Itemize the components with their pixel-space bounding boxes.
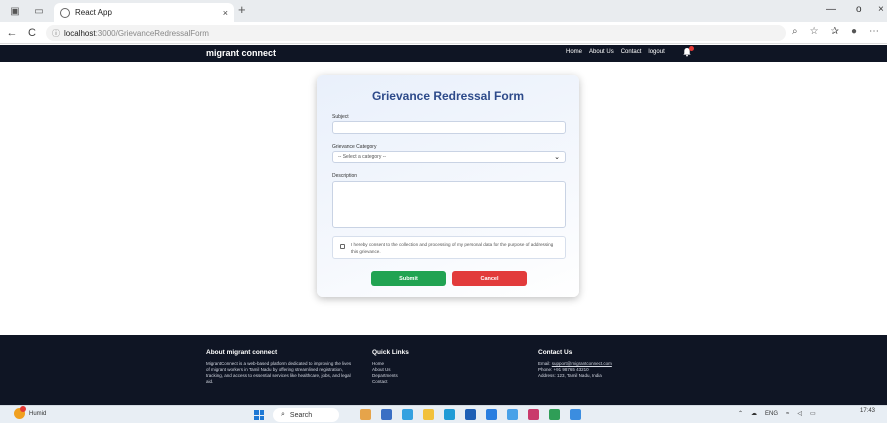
app-icon[interactable]: [549, 409, 560, 420]
footer-contact: Contact Us Email: support@migrantconnect…: [538, 349, 688, 379]
taskbar-search[interactable]: ⌕ Search: [273, 408, 339, 422]
search-icon: ⌕: [281, 411, 285, 418]
consent-box: I hereby consent to the collection and p…: [332, 236, 566, 259]
battery-icon[interactable]: ▭: [810, 410, 816, 417]
language-indicator[interactable]: ENG: [765, 411, 778, 417]
browser-tab[interactable]: React App ×: [54, 3, 234, 22]
url-path: :3000/GrievanceRedressalForm: [95, 28, 209, 38]
footer-about-title: About migrant connect: [206, 349, 278, 356]
minimize-button[interactable]: —: [826, 4, 836, 15]
new-tab-button[interactable]: +: [238, 2, 246, 17]
vscode-app-icon[interactable]: [507, 409, 518, 420]
workspaces-icon[interactable]: ▣: [6, 2, 24, 20]
weather-widget[interactable]: Humid: [14, 406, 47, 419]
category-selected-value: -- Select a category --: [338, 154, 387, 160]
weather-text: Humid: [29, 410, 47, 417]
os-taskbar: Humid ⌕ Search ⌃ ☁ ENG ≈ ◁ ▭ 17:43: [0, 405, 887, 423]
category-select[interactable]: -- Select a category -- ⌄: [332, 151, 566, 163]
chevron-up-icon[interactable]: ⌃: [738, 410, 743, 417]
grievance-form-card: Grievance Redressal Form Subject Grievan…: [317, 75, 579, 297]
notification-badge: [689, 46, 694, 51]
consent-text: I hereby consent to the collection and p…: [351, 242, 554, 254]
weather-badge: [20, 406, 26, 412]
footer-about-text: MigrantConnect is a web-based platform d…: [206, 361, 352, 384]
subject-label: Subject: [332, 114, 349, 120]
widgets-app-icon[interactable]: [360, 409, 371, 420]
cancel-button[interactable]: Cancel: [452, 271, 527, 286]
media-app-icon[interactable]: [528, 409, 539, 420]
footer-email-link[interactable]: support@migrantconnect.com: [552, 361, 612, 366]
visual-studio-icon[interactable]: [570, 409, 581, 420]
app-navbar: migrant connect Home About Us Contact lo…: [0, 45, 887, 62]
info-icon[interactable]: ⓘ: [52, 28, 60, 39]
taskview-app-icon[interactable]: [381, 409, 392, 420]
clock[interactable]: 17:43: [860, 408, 875, 414]
browser-toolbar: ⌕ ☆ ✰ ● ⋯: [792, 26, 879, 37]
footer-address: Address: 123, Tamil Nadu, India: [538, 373, 602, 378]
close-window-button[interactable]: ×: [878, 4, 884, 15]
footer-quick-links: Quick Links Home About Us Departments Co…: [372, 349, 482, 385]
url-field[interactable]: ⓘ localhost :3000/GrievanceRedressalForm: [46, 25, 786, 41]
nav-about[interactable]: About Us: [589, 49, 614, 55]
tab-title: React App: [75, 8, 112, 17]
chevron-down-icon: ⌄: [554, 154, 560, 161]
description-textarea[interactable]: [332, 181, 566, 228]
store-app-icon[interactable]: [465, 409, 476, 420]
teams-app-icon[interactable]: [402, 409, 413, 420]
brand-name[interactable]: migrant connect: [206, 48, 276, 58]
submit-button[interactable]: Submit: [371, 271, 446, 286]
weather-icon: [14, 406, 26, 419]
form-title: Grievance Redressal Form: [371, 89, 525, 103]
zoom-icon[interactable]: ⌕: [792, 26, 798, 37]
favorites-icon[interactable]: ✰: [831, 26, 839, 37]
address-bar-row: ← C ⓘ localhost :3000/GrievanceRedressal…: [0, 22, 887, 44]
cloud-icon[interactable]: ☁: [751, 410, 757, 417]
nav-contact[interactable]: Contact: [621, 49, 642, 55]
nav-links: Home About Us Contact logout: [566, 49, 665, 55]
category-label: Grievance Category: [332, 144, 377, 150]
close-tab-icon[interactable]: ×: [223, 8, 228, 18]
wifi-icon[interactable]: ≈: [786, 411, 789, 417]
file-explorer-icon[interactable]: [423, 409, 434, 420]
mail-app-icon[interactable]: [486, 409, 497, 420]
reload-button[interactable]: C: [24, 27, 40, 39]
nav-logout[interactable]: logout: [648, 49, 664, 55]
restore-button[interactable]: o: [856, 4, 862, 15]
subject-input[interactable]: [332, 121, 566, 134]
taskbar-search-label: Search: [289, 411, 313, 419]
volume-icon[interactable]: ◁: [797, 410, 802, 417]
footer-email-label: Email:: [538, 361, 552, 366]
pinned-apps: [360, 409, 581, 420]
footer-contact-title: Contact Us: [538, 349, 573, 356]
system-tray: ⌃ ☁ ENG ≈ ◁ ▭: [738, 410, 816, 418]
profile-icon[interactable]: ●: [851, 26, 857, 37]
url-host: localhost: [64, 28, 96, 38]
footer-link-contact[interactable]: Contact: [372, 379, 482, 385]
tab-actions-icon[interactable]: ▭: [30, 2, 48, 20]
footer-about: About migrant connect MigrantConnect is …: [206, 349, 354, 385]
site-footer: About migrant connect MigrantConnect is …: [0, 335, 887, 405]
globe-icon: [60, 7, 70, 18]
nav-home[interactable]: Home: [566, 49, 582, 55]
back-button[interactable]: ←: [4, 27, 20, 39]
description-label: Description: [332, 173, 358, 179]
more-icon[interactable]: ⋯: [869, 26, 879, 37]
browser-tab-bar: ▣ ▭ React App × + — o ×: [0, 0, 887, 22]
edge-browser-icon[interactable]: [444, 409, 455, 420]
consent-checkbox[interactable]: [340, 244, 345, 249]
windows-start-icon[interactable]: [254, 410, 264, 420]
footer-links-title: Quick Links: [372, 349, 409, 356]
favorite-star-icon[interactable]: ☆: [810, 26, 819, 37]
